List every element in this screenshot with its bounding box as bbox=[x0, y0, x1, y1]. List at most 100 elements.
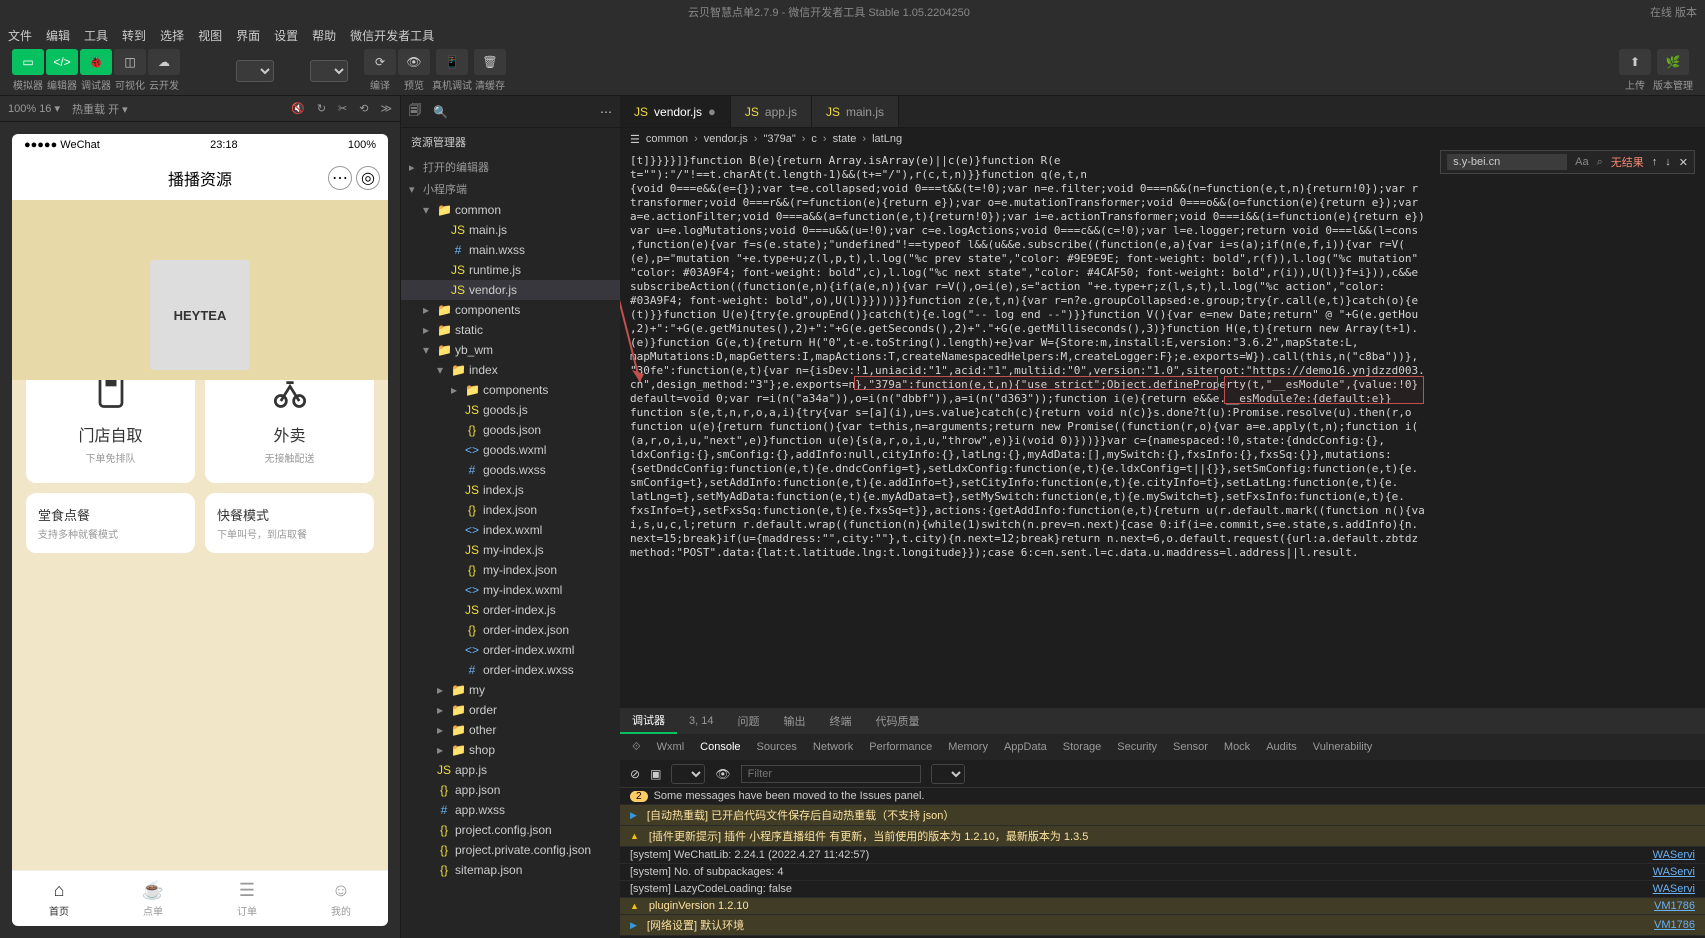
mode-btn-2[interactable]: 🐞 bbox=[80, 49, 112, 75]
dttab-4[interactable]: 终端 bbox=[817, 708, 863, 734]
breadcrumbs[interactable]: ☰common›vendor.js›"379a"›c›state›latLng bbox=[620, 128, 1705, 150]
right-btn-1[interactable]: 🌿 bbox=[1657, 49, 1689, 75]
console-clear-icon[interactable]: ⊘ bbox=[630, 767, 640, 781]
tree-order-index.wxml[interactable]: <>order-index.wxml bbox=[401, 640, 620, 660]
tree-sitemap.json[interactable]: {}sitemap.json bbox=[401, 860, 620, 880]
tree-common[interactable]: ▾📁common bbox=[401, 200, 620, 220]
compile-select[interactable]: 普通编译 bbox=[310, 60, 348, 82]
tree-other[interactable]: ▸📁other bbox=[401, 720, 620, 740]
close-icon[interactable]: ● bbox=[708, 104, 716, 119]
tree-my-index.js[interactable]: JSmy-index.js bbox=[401, 540, 620, 560]
back-icon[interactable]: ⟲ bbox=[359, 102, 368, 115]
tab-首页[interactable]: ⌂首页 bbox=[12, 871, 106, 926]
tree-order-index.wxss[interactable]: #order-index.wxss bbox=[401, 660, 620, 680]
subtab-Performance[interactable]: Performance bbox=[869, 741, 932, 753]
tree-app.wxss[interactable]: #app.wxss bbox=[401, 800, 620, 820]
group-open-editors[interactable]: ▸打开的编辑器 bbox=[401, 156, 620, 178]
card-dinein[interactable]: 堂食点餐 支持多种就餐模式 bbox=[26, 493, 195, 553]
source-link[interactable]: WAServi bbox=[1653, 849, 1695, 861]
menu-界面[interactable]: 界面 bbox=[236, 27, 260, 44]
tree-order[interactable]: ▸📁order bbox=[401, 700, 620, 720]
tab-点单[interactable]: ☕点单 bbox=[106, 871, 200, 926]
cut-icon[interactable]: ✂ bbox=[338, 102, 347, 115]
menu-视图[interactable]: 视图 bbox=[198, 27, 222, 44]
group-miniapp[interactable]: ▾小程序端 bbox=[401, 178, 620, 200]
subtab-Vulnerability[interactable]: Vulnerability bbox=[1313, 741, 1373, 753]
explorer-search-icon[interactable]: 🔍 bbox=[433, 105, 448, 119]
tree-shop[interactable]: ▸📁shop bbox=[401, 740, 620, 760]
dttab-2[interactable]: 问题 bbox=[725, 708, 771, 734]
tree-vendor.js[interactable]: JSvendor.js bbox=[401, 280, 620, 300]
menu-编辑[interactable]: 编辑 bbox=[46, 27, 70, 44]
tab-我的[interactable]: ☺我的 bbox=[294, 871, 388, 926]
tree-order-index.js[interactable]: JSorder-index.js bbox=[401, 600, 620, 620]
mode-btn-1[interactable]: </> bbox=[46, 49, 78, 75]
tree-goods.js[interactable]: JSgoods.js bbox=[401, 400, 620, 420]
tree-components[interactable]: ▸📁components bbox=[401, 300, 620, 320]
subtab-Storage[interactable]: Storage bbox=[1063, 741, 1102, 753]
menu-微信开发者工具[interactable]: 微信开发者工具 bbox=[350, 27, 434, 44]
tree-components[interactable]: ▸📁components bbox=[401, 380, 620, 400]
inspect-icon[interactable]: ⟐ bbox=[632, 741, 641, 754]
subtab-Security[interactable]: Security bbox=[1117, 741, 1157, 753]
subtab-Mock[interactable]: Mock bbox=[1224, 741, 1250, 753]
search-input[interactable] bbox=[1447, 154, 1567, 170]
tree-my-index.wxml[interactable]: <>my-index.wxml bbox=[401, 580, 620, 600]
mode-select[interactable]: 小程序模式 bbox=[236, 60, 274, 82]
console-pick-icon[interactable]: ▣ bbox=[650, 767, 661, 781]
tree-index.json[interactable]: {}index.json bbox=[401, 500, 620, 520]
menu-设置[interactable]: 设置 bbox=[274, 27, 298, 44]
subtab-Sensor[interactable]: Sensor bbox=[1173, 741, 1208, 753]
subtab-Memory[interactable]: Memory bbox=[948, 741, 988, 753]
context-select[interactable]: appservice (#11) ▾ bbox=[671, 764, 705, 784]
source-link[interactable]: VM1786 bbox=[1654, 919, 1695, 931]
subtab-Sources[interactable]: Sources bbox=[757, 741, 797, 753]
tree-app.json[interactable]: {}app.json bbox=[401, 780, 620, 800]
tree-static[interactable]: ▸📁static bbox=[401, 320, 620, 340]
explorer-more-icon[interactable]: ⋯ bbox=[600, 105, 612, 119]
tree-order-index.json[interactable]: {}order-index.json bbox=[401, 620, 620, 640]
mute-icon[interactable]: 🔇 bbox=[291, 102, 305, 115]
menu-文件[interactable]: 文件 bbox=[8, 27, 32, 44]
tree-goods.json[interactable]: {}goods.json bbox=[401, 420, 620, 440]
capsule-menu-icon[interactable]: ⋯ bbox=[328, 166, 352, 190]
tree-index.wxml[interactable]: <>index.wxml bbox=[401, 520, 620, 540]
action-btn-0[interactable]: ⟳ bbox=[364, 49, 396, 75]
action-btn-2[interactable]: 📱 bbox=[436, 49, 468, 75]
action-btn-1[interactable]: 👁 bbox=[398, 49, 430, 75]
tree-my-index.json[interactable]: {}my-index.json bbox=[401, 560, 620, 580]
tree-app.js[interactable]: JSapp.js bbox=[401, 760, 620, 780]
tab-订单[interactable]: ☰订单 bbox=[200, 871, 294, 926]
tree-main.js[interactable]: JSmain.js bbox=[401, 220, 620, 240]
source-link[interactable]: WAServi bbox=[1653, 883, 1695, 895]
tree-goods.wxml[interactable]: <>goods.wxml bbox=[401, 440, 620, 460]
dttab-0[interactable]: 调试器 bbox=[620, 708, 677, 734]
etab-main.js[interactable]: JSmain.js bbox=[812, 96, 899, 127]
tree-yb_wm[interactable]: ▾📁yb_wm bbox=[401, 340, 620, 360]
menu-选择[interactable]: 选择 bbox=[160, 27, 184, 44]
subtab-Audits[interactable]: Audits bbox=[1266, 741, 1297, 753]
card-fastfood[interactable]: 快餐模式 下单叫号，到店取餐 bbox=[205, 493, 374, 553]
subtab-Wxml[interactable]: Wxml bbox=[657, 741, 685, 753]
search-prev-icon[interactable]: ↑ bbox=[1652, 156, 1658, 168]
tree-index.js[interactable]: JSindex.js bbox=[401, 480, 620, 500]
more-icon[interactable]: ≫ bbox=[380, 102, 392, 115]
action-btn-3[interactable]: 🗑 bbox=[474, 49, 506, 75]
capsule-close-icon[interactable]: ◎ bbox=[356, 166, 380, 190]
tree-goods.wxss[interactable]: #goods.wxss bbox=[401, 460, 620, 480]
explorer-files-icon[interactable]: 🗐 bbox=[409, 101, 421, 122]
code-editor[interactable]: [t]}}}}]}function B(e){return Array.isAr… bbox=[620, 150, 1705, 708]
etab-vendor.js[interactable]: JSvendor.js● bbox=[620, 96, 731, 127]
search-close-icon[interactable]: ✕ bbox=[1679, 156, 1688, 169]
dttab-5[interactable]: 代码质量 bbox=[863, 708, 931, 734]
subtab-Network[interactable]: Network bbox=[813, 741, 853, 753]
subtab-Console[interactable]: Console bbox=[700, 741, 740, 753]
right-btn-0[interactable]: ⬆ bbox=[1619, 49, 1651, 75]
dttab-3[interactable]: 输出 bbox=[771, 708, 817, 734]
menu-转到[interactable]: 转到 bbox=[122, 27, 146, 44]
source-link[interactable]: WAServi bbox=[1653, 866, 1695, 878]
tree-main.wxss[interactable]: #main.wxss bbox=[401, 240, 620, 260]
zoom-level[interactable]: 100% 16 ▾ bbox=[8, 102, 60, 115]
tree-index[interactable]: ▾📁index bbox=[401, 360, 620, 380]
etab-app.js[interactable]: JSapp.js bbox=[731, 96, 812, 127]
